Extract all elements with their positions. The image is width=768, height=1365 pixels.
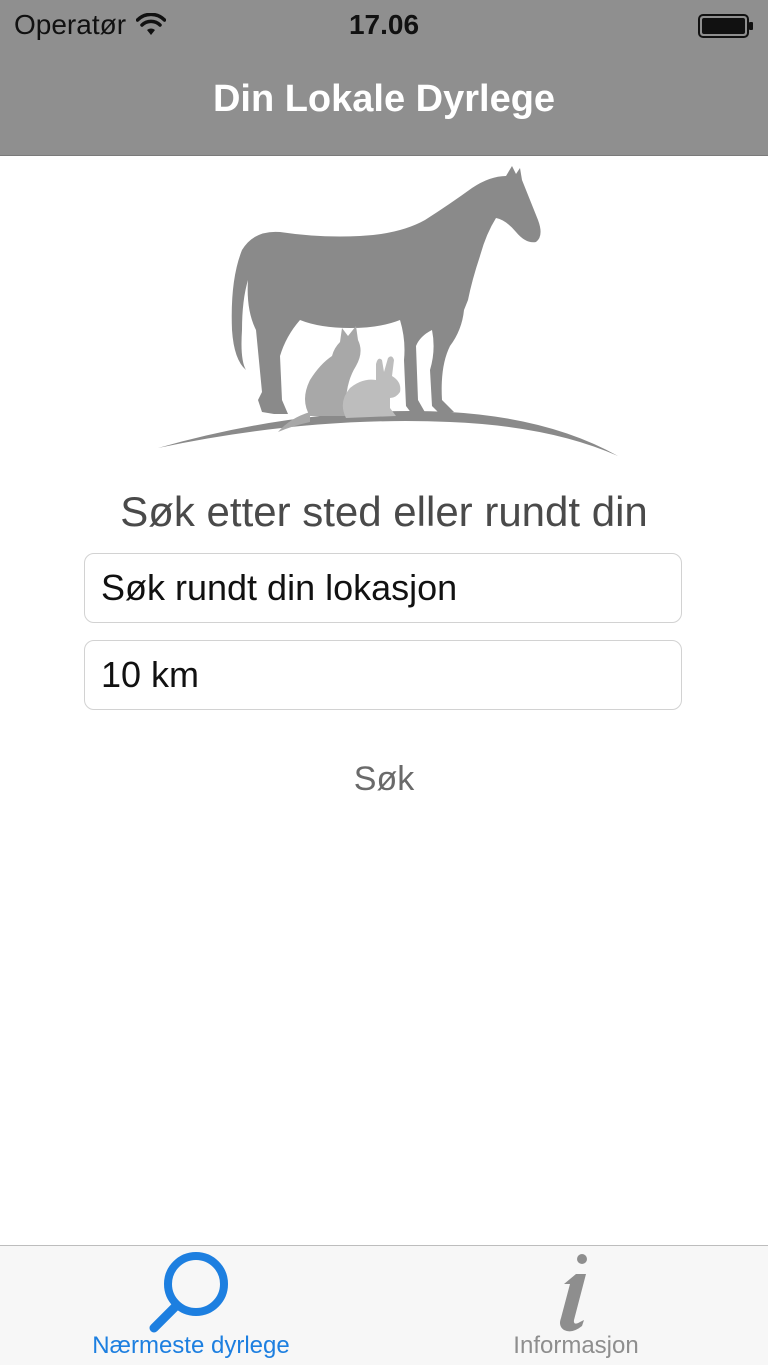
page-title: Din Lokale Dyrlege	[212, 78, 556, 120]
status-time: 17.06	[348, 9, 420, 40]
location-input-value: Søk rundt din lokasjon	[101, 567, 458, 608]
tab-nearest-vet[interactable]: Nærmeste dyrlege	[0, 1246, 384, 1365]
info-icon	[560, 1254, 587, 1332]
tab-information-label: Informasjon	[513, 1332, 639, 1359]
search-icon	[149, 1252, 228, 1333]
radius-input-value: 10 km	[101, 654, 200, 695]
animals-silhouette-logo	[158, 166, 618, 456]
search-button[interactable]: Søk	[0, 760, 768, 799]
navigation-bar: Operatør 17.06 Din Lokale Dyrlege	[0, 0, 768, 156]
tab-nearest-vet-label: Nærmeste dyrlege	[92, 1332, 290, 1359]
tab-information[interactable]: Informasjon	[384, 1246, 768, 1365]
location-input[interactable]: Søk rundt din lokasjon	[84, 553, 682, 623]
battery-icon	[698, 14, 753, 38]
screen: Operatør 17.06 Din Lokale Dyrlege Søk et…	[0, 0, 768, 1365]
search-prompt: Søk etter sted eller rundt din	[120, 488, 648, 535]
tab-bar: Nærmeste dyrlege Informasjon	[0, 1245, 768, 1365]
radius-input[interactable]: 10 km	[84, 640, 682, 710]
